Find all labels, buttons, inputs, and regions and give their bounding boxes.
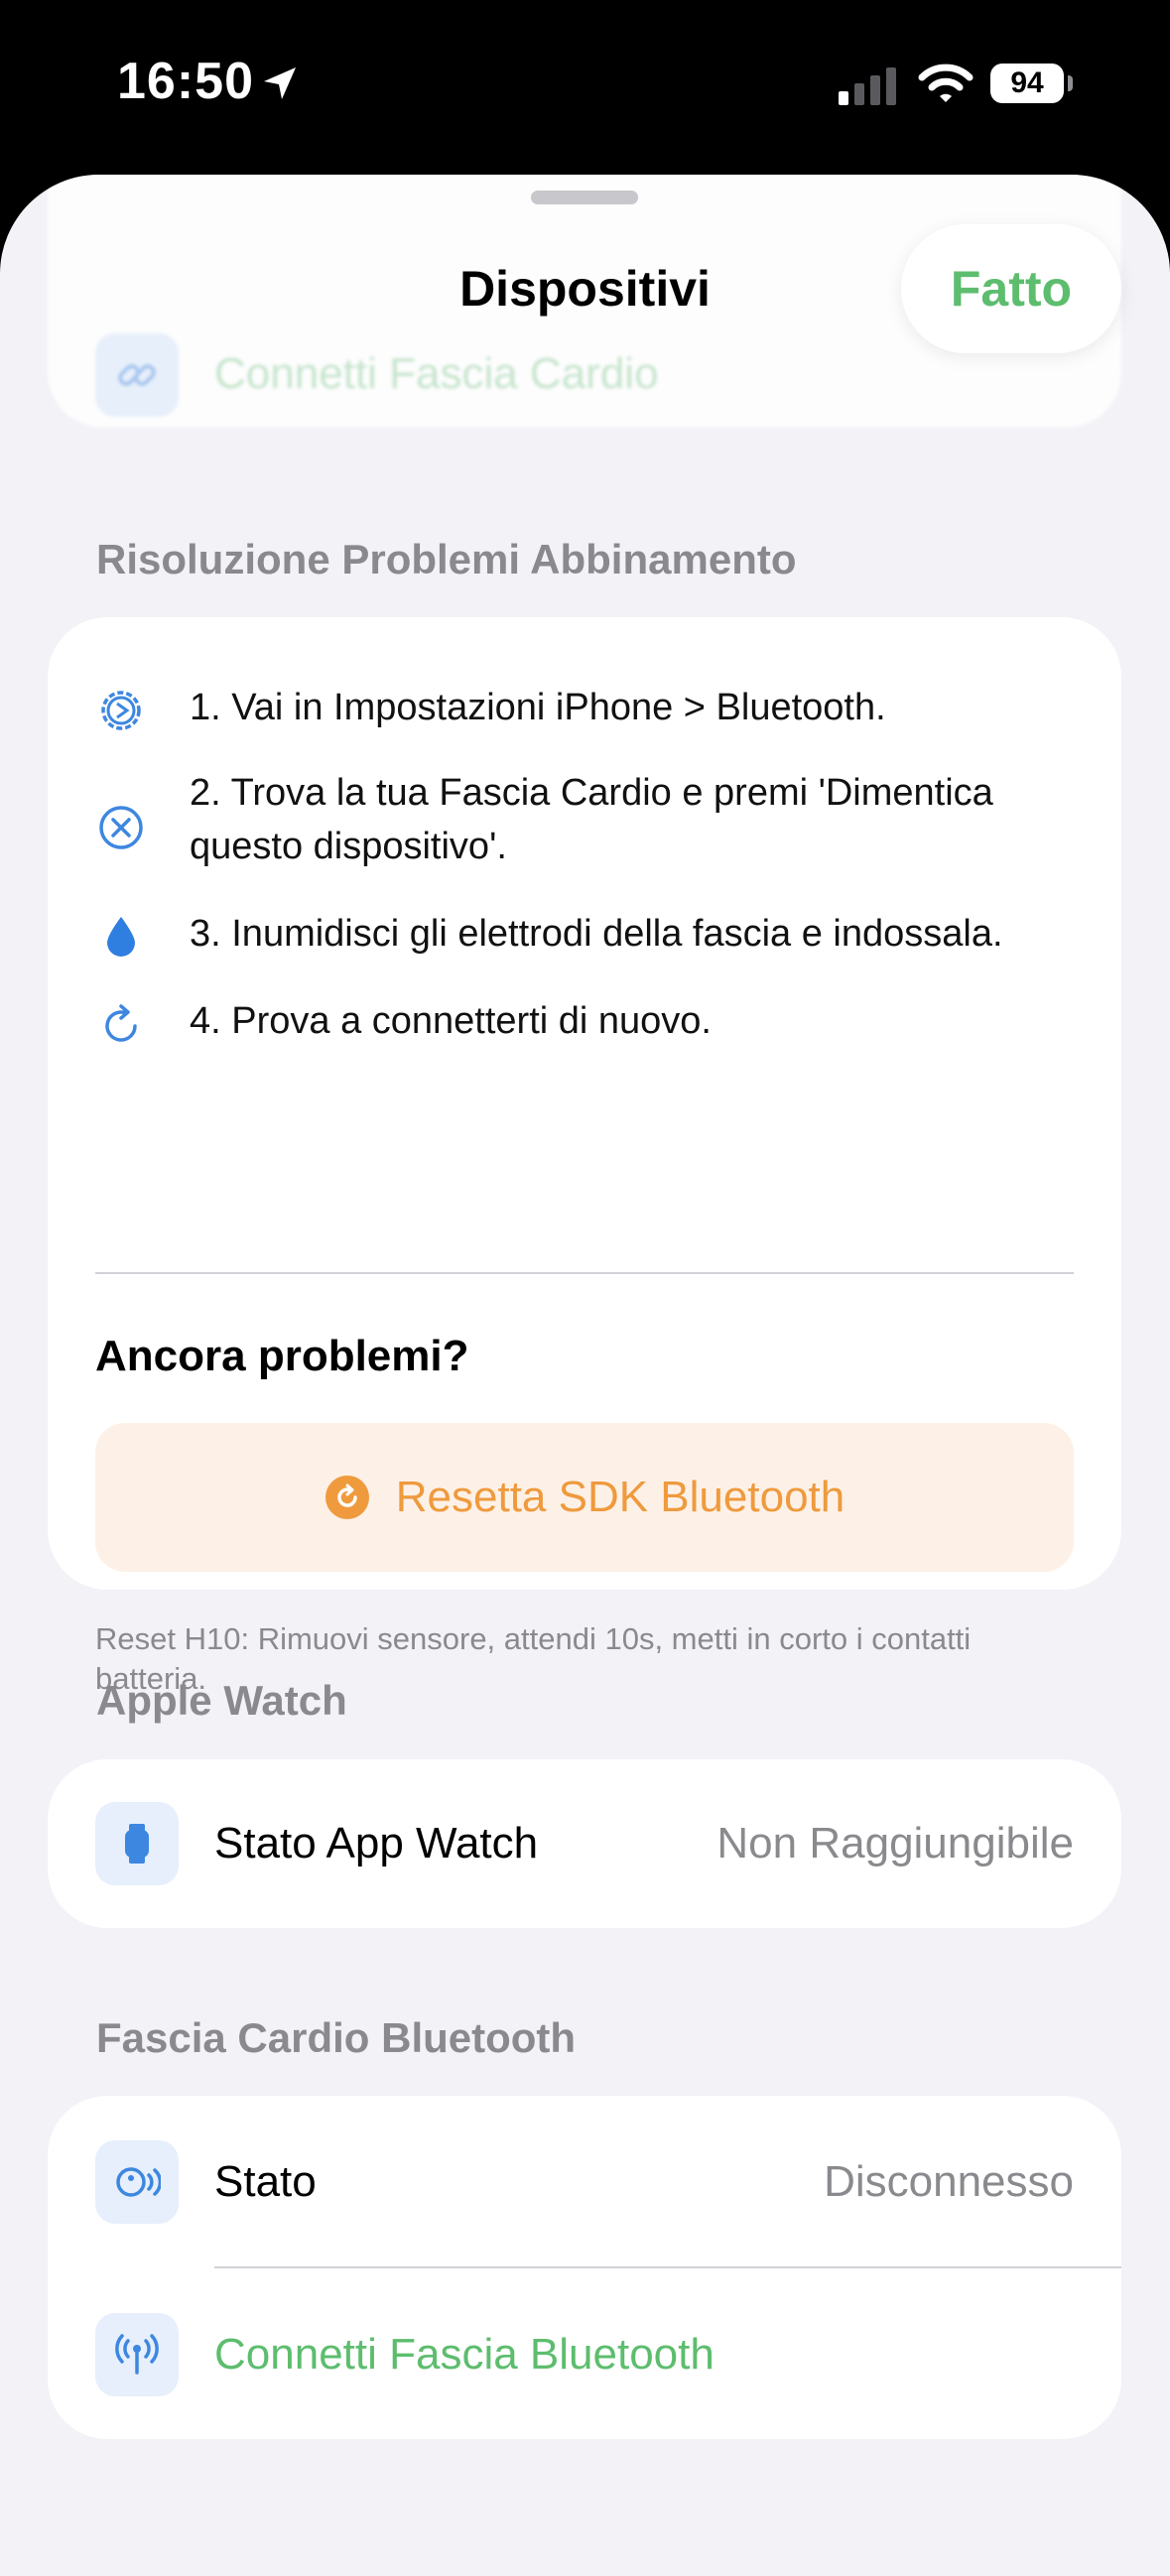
watch-icon-box	[95, 1802, 179, 1885]
step-text: 4. Prova a connetterti di nuovo.	[190, 1000, 712, 1042]
strap-status-label: Stato	[214, 2157, 317, 2206]
watch-status-label: Stato App Watch	[214, 1819, 539, 1868]
link-icon-box	[95, 333, 179, 417]
strap-status-value: Disconnesso	[824, 2157, 1074, 2206]
reset-sdk-button[interactable]: Resetta SDK Bluetooth	[95, 1423, 1074, 1572]
step-text: 1. Vai in Impostazioni iPhone > Bluetoot…	[190, 687, 886, 728]
bluetooth-strap-header: Fascia Cardio Bluetooth	[96, 2014, 577, 2061]
sensor-icon	[116, 2167, 161, 2197]
status-bar: 16:50 94	[0, 0, 1170, 179]
link-icon	[118, 364, 156, 386]
connect-strap-button[interactable]: Connetti Fascia Bluetooth	[214, 2330, 715, 2380]
location-arrow-icon	[264, 67, 296, 99]
drop-icon	[107, 917, 135, 957]
still-problems-heading: Ancora problemi?	[95, 1332, 469, 1380]
gear-icon	[101, 691, 141, 730]
connect-strap-ghost-label: Connetti Fascia Cardio	[214, 349, 659, 398]
wifi-icon	[918, 64, 974, 102]
sheet-grabber[interactable]	[531, 191, 638, 204]
apple-watch-header: Apple Watch	[96, 1677, 347, 1724]
troubleshoot-card: 1. Vai in Impostazioni iPhone > Bluetoot…	[48, 617, 1121, 1696]
devices-sheet: Connetti Fascia Cardio Dispositivi Fatto…	[0, 175, 1170, 2576]
battery-icon: 94	[990, 64, 1064, 103]
watch-icon	[125, 1824, 149, 1864]
bluetooth-strap-card: Stato Disconnesso Connetti Fascia Blueto…	[48, 2096, 1121, 2439]
battery-nub	[1068, 75, 1073, 91]
reset-sdk-label: Resetta SDK Bluetooth	[395, 1473, 845, 1521]
step-text: 3. Inumidisci gli elettrodi della fascia…	[190, 913, 1003, 955]
reset-icon	[325, 1476, 369, 1519]
step-text: 2. Trova la tua Fascia Cardio e premi 'D…	[190, 772, 993, 867]
section-divider	[95, 1272, 1074, 1274]
apple-watch-card: Stato App Watch Non Raggiungibile	[48, 1759, 1121, 1928]
x-circle-icon	[99, 806, 143, 849]
row-divider	[214, 2266, 1121, 2268]
done-button[interactable]: Fatto	[901, 224, 1121, 353]
troubleshoot-header: Risoluzione Problemi Abbinamento	[96, 536, 797, 582]
antenna-icon-box	[95, 2313, 179, 2396]
sensor-icon-box	[95, 2140, 179, 2224]
antenna-icon	[115, 2334, 159, 2375]
cellular-signal-icon	[839, 67, 896, 105]
status-time: 16:50	[117, 53, 254, 110]
watch-status-value: Non Raggiungibile	[716, 1819, 1074, 1868]
refresh-icon	[105, 1004, 137, 1042]
